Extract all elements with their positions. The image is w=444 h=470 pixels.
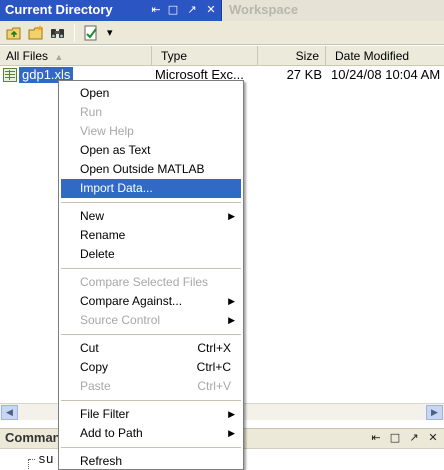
tab-current-directory[interactable]: Current Directory ⇤ □ ↗ ✕ [0,0,222,21]
menu-item-copy-label: Copy [80,360,109,374]
header-size-label: Size [295,49,319,63]
header-type-label: Type [161,49,188,63]
menu-item-copy[interactable]: Copy Ctrl+C [61,358,241,377]
menu-item-run: Run [61,103,241,122]
menu-separator [61,400,241,401]
cmd-undock-icon[interactable]: ⇤ [370,432,382,444]
context-menu: Open Run View Help Open as Text Open Out… [58,80,244,470]
cmd-close-icon[interactable]: ✕ [427,432,439,444]
menu-item-cut-label: Cut [80,341,99,355]
menu-item-new-label: New [80,209,105,223]
menu-item-cut[interactable]: Cut Ctrl+X [61,339,241,358]
submenu-arrow-icon: ▶ [228,296,235,306]
menu-separator [61,202,241,203]
menu-item-compare-selected-files: Compare Selected Files [61,273,241,292]
menu-item-compare-against[interactable]: Compare Against... ▶ [61,292,241,311]
menu-item-view-help: View Help [61,122,241,141]
up-folder-icon[interactable] [5,24,23,42]
menu-item-copy-shortcut: Ctrl+C [196,360,231,374]
excel-file-icon [3,68,17,82]
menu-item-add-to-path-label: Add to Path [80,426,143,440]
menu-item-view-help-label: View Help [80,124,134,138]
menu-item-cut-shortcut: Ctrl+X [197,341,231,355]
menu-separator [61,447,241,448]
menu-item-delete[interactable]: Delete [61,245,241,264]
new-folder-icon[interactable] [27,24,45,42]
report-icon[interactable] [82,24,100,42]
header-date-modified-label: Date Modified [335,49,410,63]
menu-item-refresh[interactable]: Refresh [61,452,241,470]
menu-item-rename-label: Rename [80,228,126,242]
menu-item-open-outside-matlab-label: Open Outside MATLAB [80,162,205,176]
menu-item-open-outside-matlab[interactable]: Open Outside MATLAB [61,160,241,179]
menu-item-new[interactable]: New ▶ [61,207,241,226]
header-date-modified[interactable]: Date Modified [326,46,444,66]
toolbar: ▾ [0,21,444,45]
undock-icon[interactable]: ⇤ [150,4,162,16]
menu-item-compare-selected-files-label: Compare Selected Files [80,275,209,289]
report-dropdown-arrow-icon[interactable]: ▾ [107,26,113,39]
file-size: 27 KB [286,67,322,82]
menu-item-compare-against-label: Compare Against... [80,294,183,308]
scroll-right-button[interactable]: ▶ [426,405,443,420]
header-type[interactable]: Type [152,46,258,66]
header-all-files[interactable]: All Files ▲ [0,46,152,66]
menu-item-paste: Paste Ctrl+V [61,377,241,396]
menu-item-paste-shortcut: Ctrl+V [197,379,231,393]
menu-item-run-label: Run [80,105,103,119]
menu-item-source-control-label: Source Control [80,313,161,327]
header-size[interactable]: Size [258,46,326,66]
toolbar-separator [74,24,75,42]
submenu-arrow-icon: ▶ [228,211,235,221]
menu-item-add-to-path[interactable]: Add to Path ▶ [61,424,241,443]
menu-separator [61,334,241,335]
sort-ascending-icon: ▲ [54,52,64,62]
panel-tab-bar: Current Directory ⇤ □ ↗ ✕ Workspace [0,0,444,21]
menu-item-delete-label: Delete [80,247,115,261]
header-all-files-label: All Files [6,49,49,63]
column-headers: All Files ▲ Type Size Date Modified [0,46,444,66]
menu-separator [61,268,241,269]
menu-item-open-label: Open [80,86,110,100]
menu-item-open-as-text-label: Open as Text [80,143,151,157]
menu-item-file-filter-label: File Filter [80,407,130,421]
menu-item-open-as-text[interactable]: Open as Text [61,141,241,160]
close-icon[interactable]: ✕ [205,4,217,16]
menu-item-import-data-label: Import Data... [80,181,153,195]
menu-item-open[interactable]: Open [61,84,241,103]
scroll-left-button[interactable]: ◀ [1,405,18,420]
command-window-title: Comman [5,430,61,445]
command-window-text: su [38,452,54,467]
maximize-icon[interactable]: □ [167,4,179,16]
menu-item-refresh-label: Refresh [80,454,123,468]
find-files-icon[interactable] [49,24,67,42]
file-date-modified: 10/24/08 10:04 AM [331,67,441,82]
popout-icon[interactable]: ↗ [186,4,198,16]
menu-item-import-data[interactable]: Import Data... [61,179,241,198]
tab-workspace-label: Workspace [229,2,299,17]
cmd-popout-icon[interactable]: ↗ [408,432,420,444]
tab-current-directory-label: Current Directory [5,2,113,17]
menu-item-rename[interactable]: Rename [61,226,241,245]
submenu-arrow-icon: ▶ [228,315,235,325]
menu-item-file-filter[interactable]: File Filter ▶ [61,405,241,424]
submenu-arrow-icon: ▶ [228,428,235,438]
tab-workspace[interactable]: Workspace [223,0,444,21]
tree-line [28,459,29,470]
tree-branch [29,459,35,460]
menu-item-paste-label: Paste [80,379,111,393]
menu-item-source-control[interactable]: Source Control ▶ [61,311,241,330]
cmd-maximize-icon[interactable]: □ [389,432,401,444]
submenu-arrow-icon: ▶ [228,409,235,419]
